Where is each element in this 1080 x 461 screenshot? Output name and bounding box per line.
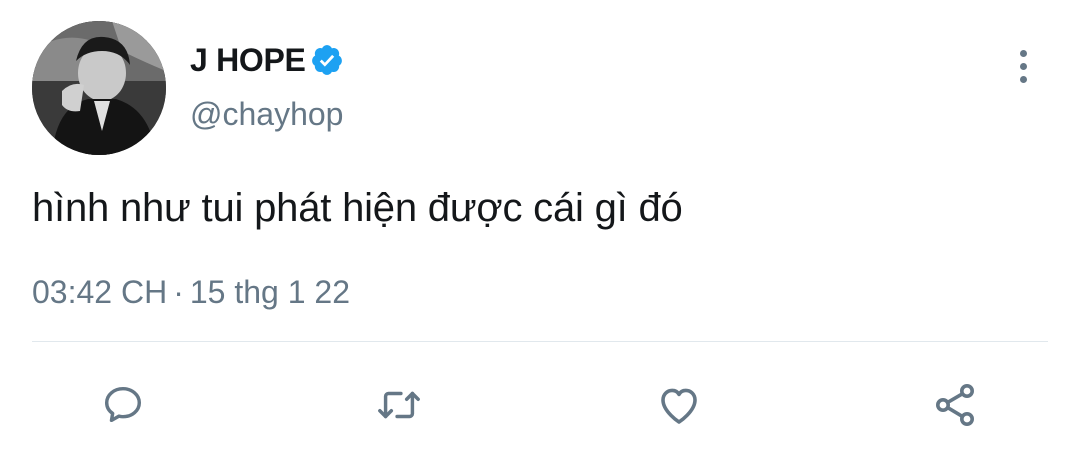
share-button[interactable]: [928, 378, 982, 432]
meta-separator: ·: [173, 274, 184, 310]
display-name-row[interactable]: J HOPE: [190, 38, 344, 82]
tweet-card: J HOPE @chayhop hình như tui phát hiện đ…: [0, 0, 1080, 461]
menu-dot: [1019, 75, 1027, 83]
tweet-time: 03:42 CH: [32, 274, 168, 310]
avatar[interactable]: [32, 21, 166, 155]
more-vertical-icon[interactable]: [1008, 46, 1038, 86]
display-name[interactable]: J HOPE: [190, 42, 306, 79]
username-handle[interactable]: @chayhop: [190, 96, 343, 133]
reply-button[interactable]: [96, 378, 150, 432]
divider: [32, 341, 1048, 342]
menu-dot: [1019, 49, 1027, 57]
tweet-timestamp[interactable]: 03:42 CH · 15 thg 1 22: [32, 274, 350, 311]
reply-icon: [104, 386, 142, 423]
share-icon: [936, 384, 974, 426]
verified-badge-icon: [310, 43, 344, 77]
retweet-icon: [378, 391, 420, 419]
retweet-button[interactable]: [372, 378, 426, 432]
avatar-photo: [32, 21, 166, 155]
like-button[interactable]: [652, 378, 706, 432]
tweet-text: hình như tui phát hiện được cái gì đó: [32, 186, 683, 230]
tweet-date: 15 thg 1 22: [189, 274, 350, 310]
menu-dot: [1019, 62, 1027, 70]
heart-icon: [661, 388, 697, 424]
